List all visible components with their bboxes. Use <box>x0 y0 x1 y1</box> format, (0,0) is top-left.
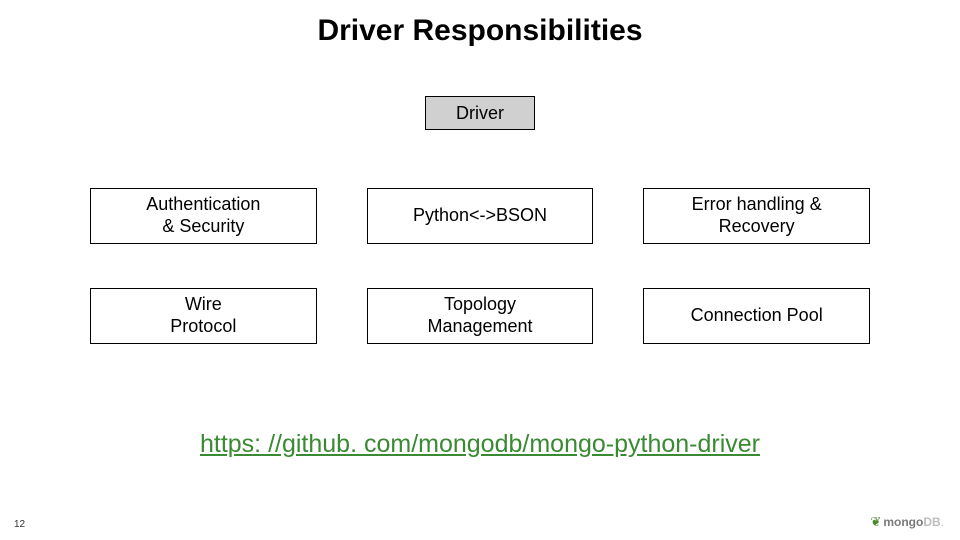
logo-suffix: DB <box>923 515 940 529</box>
github-link[interactable]: https: //github. com/mongodb/mongo-pytho… <box>0 430 960 459</box>
box-authentication-security: Authentication & Security <box>90 188 317 244</box>
leaf-icon: ❦ <box>870 514 881 530</box>
box-error-handling-recovery: Error handling & Recovery <box>643 188 870 244</box>
logo-brand: mongo <box>883 515 923 529</box>
page-number: 12 <box>14 519 25 530</box>
box-python-bson: Python<->BSON <box>367 188 594 244</box>
driver-root-box: Driver <box>425 96 535 130</box>
box-connection-pool: Connection Pool <box>643 288 870 344</box>
slide-title: Driver Responsibilities <box>0 14 960 48</box>
box-wire-protocol: Wire Protocol <box>90 288 317 344</box>
responsibilities-grid: Authentication & Security Python<->BSON … <box>90 188 870 344</box>
slide: Driver Responsibilities Driver Authentic… <box>0 0 960 540</box>
logo-dot: . <box>941 515 944 529</box>
box-topology-management: Topology Management <box>367 288 594 344</box>
mongodb-logo: ❦ mongo DB . <box>870 514 944 530</box>
